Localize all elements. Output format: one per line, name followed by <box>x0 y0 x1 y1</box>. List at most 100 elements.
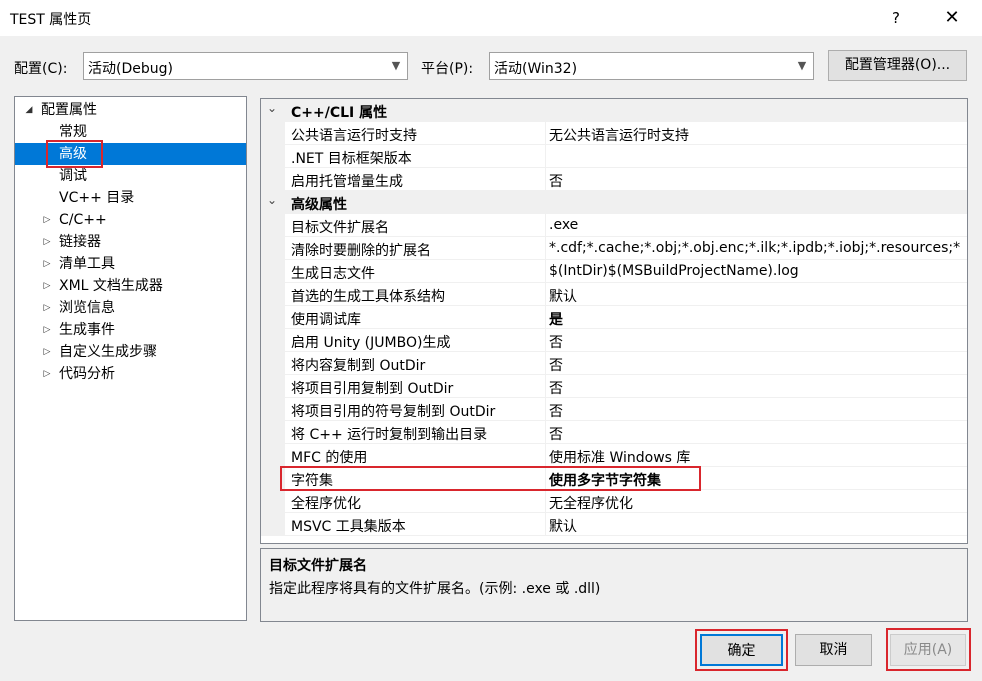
column-divider[interactable] <box>545 329 546 352</box>
column-divider[interactable] <box>545 237 546 260</box>
column-divider[interactable] <box>545 283 546 306</box>
property-value[interactable]: 默认 <box>549 516 967 536</box>
property-name: 使用调试库 <box>291 312 361 328</box>
tree-item-browse-info[interactable]: ▷ 浏览信息 <box>15 297 246 319</box>
property-row[interactable]: 启用托管增量生成 否 <box>261 168 967 191</box>
property-value[interactable]: 否 <box>549 424 967 444</box>
property-row[interactable]: MSVC 工具集版本 默认 <box>261 513 967 536</box>
property-row[interactable]: 将项目引用复制到 OutDir 否 <box>261 375 967 398</box>
tree-item-label: VC++ 目录 <box>59 190 135 206</box>
tree-item-label: XML 文档生成器 <box>59 278 163 294</box>
tree-item-linker[interactable]: ▷ 链接器 <box>15 231 246 253</box>
config-manager-button[interactable]: 配置管理器(O)... <box>828 50 967 81</box>
property-row[interactable]: 公共语言运行时支持 无公共语言运行时支持 <box>261 122 967 145</box>
property-value[interactable]: 使用标准 Windows 库 <box>549 447 967 467</box>
category-header[interactable]: ⌄ C++/CLI 属性 <box>261 99 967 122</box>
tree-item-label: 自定义生成步骤 <box>59 344 157 360</box>
expand-triangle-icon[interactable]: ▷ <box>41 209 53 231</box>
tree-item-general[interactable]: 常规 <box>15 121 246 143</box>
tree-item-advanced[interactable]: 高级 <box>15 143 246 165</box>
property-row[interactable]: 清除时要删除的扩展名 *.cdf;*.cache;*.obj;*.obj.enc… <box>261 237 967 260</box>
description-panel: 目标文件扩展名 指定此程序将具有的文件扩展名。(示例: .exe 或 .dll) <box>260 548 968 622</box>
config-select[interactable]: 活动(Debug) ▼ <box>83 52 408 80</box>
property-value[interactable]: $(IntDir)$(MSBuildProjectName).log <box>549 263 967 279</box>
expand-triangle-icon[interactable]: ▷ <box>41 297 53 319</box>
column-divider[interactable] <box>545 214 546 237</box>
property-row[interactable]: 字符集 使用多字节字符集 <box>261 467 967 490</box>
property-value[interactable]: .exe <box>549 217 967 233</box>
tree-item-label: C/C++ <box>59 212 107 228</box>
help-button[interactable]: ? <box>884 6 908 30</box>
property-value[interactable]: 否 <box>549 171 967 191</box>
column-divider[interactable] <box>545 352 546 375</box>
property-row[interactable]: .NET 目标框架版本 <box>261 145 967 168</box>
property-row[interactable]: 将项目引用的符号复制到 OutDir 否 <box>261 398 967 421</box>
property-row[interactable]: MFC 的使用 使用标准 Windows 库 <box>261 444 967 467</box>
column-divider[interactable] <box>545 421 546 444</box>
collapse-chevron-icon[interactable]: ⌄ <box>267 193 277 207</box>
collapse-triangle-icon[interactable]: ◢ <box>23 99 35 121</box>
property-row[interactable]: 生成日志文件 $(IntDir)$(MSBuildProjectName).lo… <box>261 260 967 283</box>
column-divider[interactable] <box>545 122 546 145</box>
tree-item-vc-directories[interactable]: VC++ 目录 <box>15 187 246 209</box>
column-divider[interactable] <box>545 513 546 536</box>
apply-button[interactable]: 应用(A) <box>890 634 966 666</box>
column-divider[interactable] <box>545 306 546 329</box>
ok-button[interactable]: 确定 <box>700 634 783 666</box>
tree-item-custom-build-step[interactable]: ▷ 自定义生成步骤 <box>15 341 246 363</box>
description-title: 目标文件扩展名 <box>269 558 367 574</box>
row-gutter <box>261 467 285 490</box>
property-name: 启用 Unity (JUMBO)生成 <box>291 335 451 351</box>
property-value[interactable]: 否 <box>549 332 967 352</box>
property-value[interactable]: 默认 <box>549 286 967 306</box>
expand-triangle-icon[interactable]: ▷ <box>41 363 53 385</box>
expand-triangle-icon[interactable]: ▷ <box>41 341 53 363</box>
tree-item-xml-doc-generator[interactable]: ▷ XML 文档生成器 <box>15 275 246 297</box>
cancel-button[interactable]: 取消 <box>795 634 872 666</box>
column-divider[interactable] <box>545 168 546 191</box>
tree-item-manifest-tool[interactable]: ▷ 清单工具 <box>15 253 246 275</box>
column-divider[interactable] <box>545 145 546 168</box>
property-value[interactable]: *.cdf;*.cache;*.obj;*.obj.enc;*.ilk;*.ip… <box>549 240 967 256</box>
column-divider[interactable] <box>545 444 546 467</box>
expand-triangle-icon[interactable]: ▷ <box>41 253 53 275</box>
property-name: 全程序优化 <box>291 496 361 512</box>
property-value[interactable]: 是 <box>549 309 967 329</box>
property-name: 目标文件扩展名 <box>291 220 389 236</box>
property-row[interactable]: 使用调试库 是 <box>261 306 967 329</box>
property-row[interactable]: 将内容复制到 OutDir 否 <box>261 352 967 375</box>
property-row[interactable]: 目标文件扩展名 .exe <box>261 214 967 237</box>
property-name: 清除时要删除的扩展名 <box>291 243 431 259</box>
row-gutter <box>261 214 285 237</box>
property-value[interactable]: 否 <box>549 378 967 398</box>
expand-triangle-icon[interactable]: ▷ <box>41 275 53 297</box>
property-row[interactable]: 全程序优化 无全程序优化 <box>261 490 967 513</box>
property-row[interactable]: 首选的生成工具体系结构 默认 <box>261 283 967 306</box>
tree-item-build-events[interactable]: ▷ 生成事件 <box>15 319 246 341</box>
property-name: 字符集 <box>291 473 333 489</box>
expand-triangle-icon[interactable]: ▷ <box>41 319 53 341</box>
chevron-down-icon: ▼ <box>391 59 401 72</box>
property-value[interactable]: 无全程序优化 <box>549 493 967 513</box>
column-divider[interactable] <box>545 398 546 421</box>
tree-item-label: 浏览信息 <box>59 300 115 316</box>
close-button[interactable]: ✕ <box>938 6 966 30</box>
collapse-chevron-icon[interactable]: ⌄ <box>267 101 277 115</box>
column-divider[interactable] <box>545 260 546 283</box>
property-value[interactable]: 使用多字节字符集 <box>549 470 967 490</box>
expand-triangle-icon[interactable]: ▷ <box>41 231 53 253</box>
tree-item-cpp[interactable]: ▷ C/C++ <box>15 209 246 231</box>
platform-select[interactable]: 活动(Win32) ▼ <box>489 52 814 80</box>
column-divider[interactable] <box>545 467 546 490</box>
property-row[interactable]: 启用 Unity (JUMBO)生成 否 <box>261 329 967 352</box>
tree-item-code-analysis[interactable]: ▷ 代码分析 <box>15 363 246 385</box>
property-value[interactable]: 无公共语言运行时支持 <box>549 125 967 145</box>
tree-item-debugging[interactable]: 调试 <box>15 165 246 187</box>
tree-root[interactable]: ◢ 配置属性 <box>15 99 246 121</box>
property-value[interactable]: 否 <box>549 401 967 421</box>
column-divider[interactable] <box>545 375 546 398</box>
property-value[interactable]: 否 <box>549 355 967 375</box>
property-row[interactable]: 将 C++ 运行时复制到输出目录 否 <box>261 421 967 444</box>
column-divider[interactable] <box>545 490 546 513</box>
category-header[interactable]: ⌄ 高级属性 <box>261 191 967 214</box>
